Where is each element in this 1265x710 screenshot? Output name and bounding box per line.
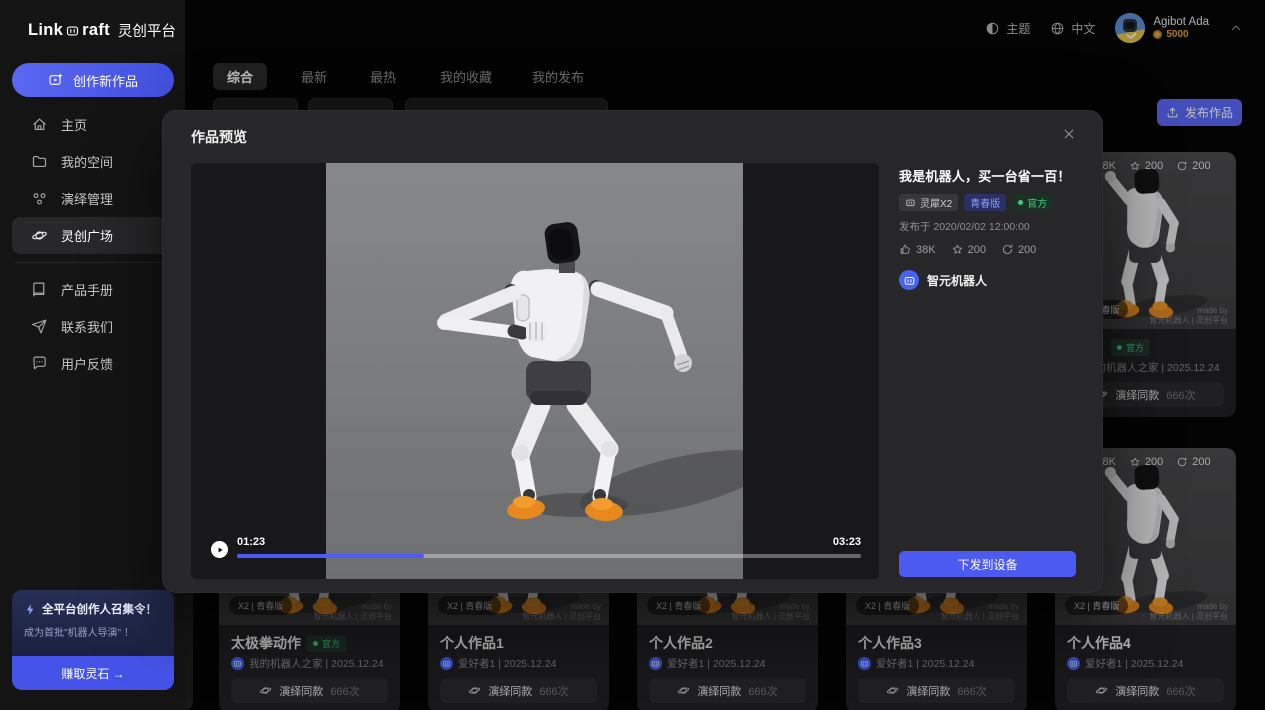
send-icon (31, 318, 48, 335)
remix-icon (1001, 243, 1014, 256)
likes-stat[interactable]: 38K (899, 243, 936, 256)
duration: 03:23 (833, 536, 861, 548)
app-root: 主题 中文 Agibot Ada 5000 (0, 0, 1265, 710)
sidebar-item-contact[interactable]: 联系我们 (0, 308, 185, 345)
star-icon (951, 243, 964, 256)
work-tags: 灵犀X2 青春版 官方 (899, 194, 1076, 211)
publisher-name: 智元机器人 (927, 272, 987, 289)
sidebar-item-performance[interactable]: 演绎管理 (0, 180, 185, 217)
official-tag: 官方 (1012, 194, 1053, 211)
sidebar-item-feedback[interactable]: 用户反馈 (0, 345, 185, 382)
earn-gems-button[interactable]: 赚取灵石 → (12, 656, 174, 690)
home-icon (31, 116, 48, 133)
video-player: 01:23 03:23 (191, 163, 879, 579)
promo-subtitle: 成为首批"机器人导演" ！ (24, 624, 162, 639)
create-work-button[interactable]: 创作新作品 (12, 63, 174, 97)
publisher-row[interactable]: 智元机器人 (899, 270, 1076, 290)
book-icon (31, 281, 48, 298)
remixes-stat[interactable]: 200 (1001, 243, 1036, 256)
current-time: 01:23 (237, 536, 265, 548)
modal-title: 作品预览 (191, 127, 247, 147)
promo-title: 全平台创作人召集令！ (42, 601, 157, 617)
lightning-icon (24, 603, 37, 616)
chat-icon (31, 355, 48, 372)
nodes-icon (31, 190, 48, 207)
edition-tag: 青春版 (964, 194, 1006, 211)
progress-bar[interactable] (237, 554, 861, 558)
planet-icon (31, 227, 48, 244)
publisher-avatar (899, 270, 919, 290)
like-icon (899, 243, 912, 256)
play-icon (215, 545, 225, 555)
sidebar-divider (15, 262, 170, 263)
folder-icon (31, 153, 48, 170)
brand-mark-icon (65, 23, 80, 38)
sidebar-nav: 主页 我的空间 演绎管理 灵创广场 产品手册 联系我们 (0, 106, 185, 382)
sidebar: Link raft 灵创平台 创作新作品 主页 我的空间 演绎管理 (0, 0, 185, 710)
creator-promo-banner: 全平台创作人召集令！ 成为首批"机器人导演" ！ 赚取灵石 → (12, 590, 174, 690)
close-icon[interactable] (1062, 127, 1076, 141)
create-video-icon (48, 72, 64, 88)
stars-stat[interactable]: 200 (951, 243, 986, 256)
preview-modal: 作品预览 (162, 110, 1103, 593)
work-stats: 38K 200 200 (899, 243, 1076, 256)
deploy-to-device-button[interactable]: 下发到设备 (899, 551, 1076, 577)
sidebar-item-manual[interactable]: 产品手册 (0, 271, 185, 308)
sidebar-item-home[interactable]: 主页 (0, 106, 185, 143)
robot-render (376, 215, 743, 535)
publish-date: 发布于 2020/02/02 12:00:00 (899, 219, 1076, 234)
work-title: 我是机器人，买一台省一百！ (899, 166, 1076, 185)
brand-cn: 灵创平台 (118, 20, 176, 41)
robot-face-icon (905, 197, 916, 208)
play-button[interactable] (211, 541, 228, 558)
sidebar-item-my-space[interactable]: 我的空间 (0, 143, 185, 180)
robot-face-icon (903, 274, 916, 287)
brand-logo: Link raft 灵创平台 (28, 20, 176, 41)
video-frame (326, 163, 743, 579)
work-detail-panel: 我是机器人，买一台省一百！ 灵犀X2 青春版 官方 发布于 2020/02/02… (899, 163, 1076, 579)
progress-fill (237, 554, 424, 558)
model-tag: 灵犀X2 (899, 194, 958, 211)
sidebar-item-plaza[interactable]: 灵创广场 (12, 217, 173, 254)
